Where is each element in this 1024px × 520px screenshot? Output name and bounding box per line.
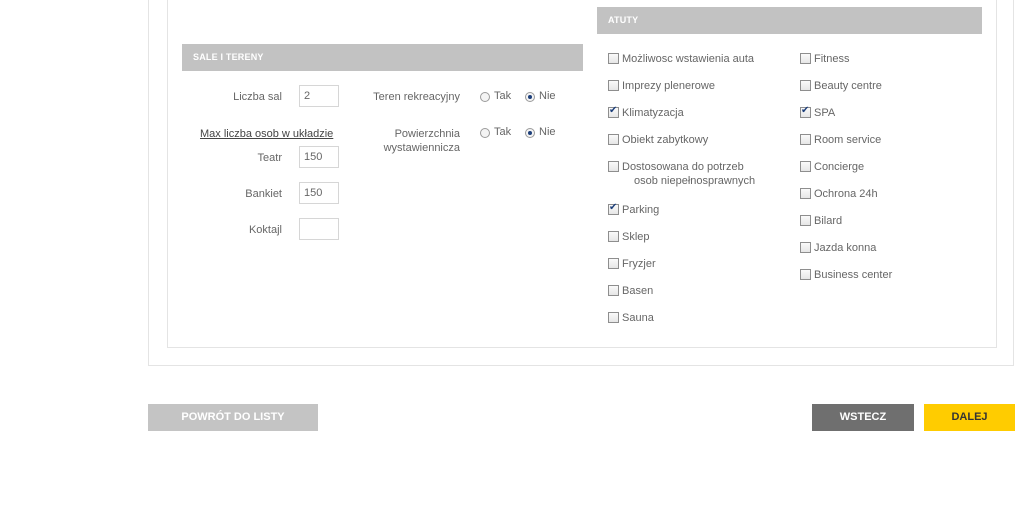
atut-checkbox[interactable] (800, 161, 811, 172)
atut-item[interactable]: Dostosowana do potrzeb osob niepełnospra… (608, 160, 755, 188)
atut-label: Dostosowana do potrzeb osob niepełnospra… (622, 160, 755, 188)
liczba-sal-input[interactable] (299, 85, 339, 107)
teatr-label: Teatr (257, 152, 282, 164)
atut-checkbox[interactable] (800, 269, 811, 280)
atut-checkbox[interactable] (800, 105, 811, 118)
atut-item[interactable]: Concierge (800, 160, 864, 174)
atut-item[interactable]: Możliwosc wstawienia auta (608, 52, 754, 66)
bankiet-label: Bankiet (245, 188, 282, 200)
atut-item[interactable]: Business center (800, 268, 892, 282)
atut-label: Jazda konna (814, 242, 877, 254)
max-liczba-osob-link[interactable]: Max liczba osob w układzie (200, 128, 333, 140)
atut-item[interactable]: Imprezy plenerowe (608, 79, 715, 93)
atut-item[interactable]: Basen (608, 284, 653, 298)
atut-label: SPA (814, 107, 836, 119)
atut-item[interactable]: SPA (800, 105, 836, 120)
sale-tereny-header: SALE I TERENY (182, 44, 583, 71)
atut-checkbox[interactable] (608, 258, 619, 269)
atut-label: Możliwosc wstawienia auta (622, 53, 755, 65)
koktajl-input[interactable] (299, 218, 339, 240)
atut-checkbox[interactable] (608, 312, 619, 323)
atut-item[interactable]: Fitness (800, 52, 849, 66)
atut-label: Sklep (622, 231, 650, 243)
teatr-input[interactable] (299, 146, 339, 168)
atut-label-line2: osob niepełnosprawnych (634, 175, 756, 187)
back-to-list-button[interactable]: POWRÓT DO LISTY (148, 404, 318, 431)
atut-item[interactable]: Ochrona 24h (800, 187, 878, 201)
atut-label: Beauty centre (814, 80, 882, 92)
atut-label: Ochrona 24h (814, 188, 878, 200)
atut-item[interactable]: Bilard (800, 214, 842, 228)
next-button[interactable]: DALEJ (924, 404, 1015, 431)
atut-item[interactable]: Jazda konna (800, 241, 876, 255)
atut-item[interactable]: Fryzjer (608, 257, 656, 271)
atut-label-line1: Dostosowana do potrzeb (622, 161, 744, 173)
atut-checkbox[interactable] (608, 285, 619, 296)
powierzchnia-tak-radio[interactable] (480, 128, 490, 138)
powierzchnia-tak-label: Tak (494, 126, 512, 138)
prev-button[interactable]: WSTECZ (812, 404, 914, 431)
atut-checkbox[interactable] (608, 53, 619, 64)
atut-label: Obiekt zabytkowy (622, 134, 709, 146)
atut-label: Klimatyzacja (622, 107, 684, 119)
atut-item[interactable]: Klimatyzacja (608, 105, 684, 120)
atuty-header: ATUTY (597, 7, 982, 34)
atut-label: Fitness (814, 53, 850, 65)
liczba-sal-label: Liczba sal (233, 91, 282, 103)
atut-checkbox[interactable] (608, 161, 619, 172)
atut-label: Fryzjer (622, 258, 656, 270)
atut-item[interactable]: Sklep (608, 230, 650, 244)
koktajl-label: Koktajl (248, 224, 282, 236)
teren-nie-label: Nie (539, 90, 556, 102)
atut-item[interactable]: Sauna (608, 311, 654, 325)
atut-checkbox[interactable] (800, 188, 811, 199)
teren-nie-radio[interactable] (525, 92, 535, 102)
atut-checkbox[interactable] (608, 202, 619, 215)
atut-checkbox[interactable] (608, 231, 619, 242)
atut-item[interactable]: Parking (608, 202, 660, 217)
atut-item[interactable]: Room service (800, 133, 881, 147)
atut-label: Room service (814, 134, 882, 146)
atut-item[interactable]: Beauty centre (800, 79, 882, 93)
powierzchnia-label-line2: wystawiennicza (383, 142, 460, 154)
atut-label: Imprezy plenerowe (622, 80, 715, 92)
atut-checkbox[interactable] (800, 80, 811, 91)
atut-label: Sauna (622, 312, 654, 324)
powierzchnia-nie-radio[interactable] (525, 128, 535, 138)
teren-tak-radio[interactable] (480, 92, 490, 102)
powierzchnia-label-line1: Powierzchnia (394, 128, 460, 140)
atut-label: Basen (622, 285, 654, 297)
atut-checkbox[interactable] (608, 105, 619, 118)
atut-item[interactable]: Obiekt zabytkowy (608, 133, 708, 147)
atut-checkbox[interactable] (800, 53, 811, 64)
atut-label: Business center (814, 269, 893, 281)
teren-tak-label: Tak (494, 90, 512, 102)
atut-checkbox[interactable] (800, 134, 811, 145)
powierzchnia-nie-label: Nie (539, 126, 556, 138)
atut-label: Concierge (814, 161, 865, 173)
atut-checkbox[interactable] (608, 134, 619, 145)
atut-checkbox[interactable] (608, 80, 619, 91)
atut-label: Parking (622, 204, 660, 216)
atut-checkbox[interactable] (800, 215, 811, 226)
bankiet-input[interactable] (299, 182, 339, 204)
atut-checkbox[interactable] (800, 242, 811, 253)
atut-label: Bilard (814, 215, 843, 227)
teren-rekreacyjny-label: Teren rekreacyjny (373, 91, 460, 103)
